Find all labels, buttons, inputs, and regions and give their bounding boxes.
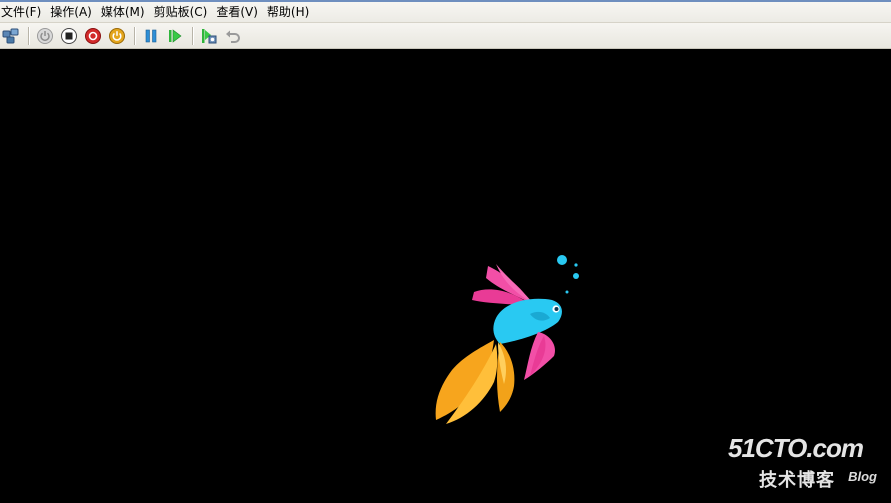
start-button[interactable]	[34, 25, 56, 47]
watermark: 51CTO.com 技术博客 Blog	[728, 433, 877, 491]
shutdown-button[interactable]	[82, 25, 104, 47]
ctrl-alt-del-icon	[2, 28, 19, 43]
fish-logo-icon	[435, 255, 579, 424]
watermark-sub: 技术博客	[759, 470, 835, 491]
resume-icon	[169, 28, 182, 43]
turn-off-icon	[61, 27, 77, 44]
resume-button[interactable]	[164, 25, 186, 47]
menu-file[interactable]: 文件(F)	[0, 2, 47, 22]
toolbar-separator	[134, 26, 136, 45]
ctrl-alt-del-button[interactable]	[0, 25, 22, 47]
toolbar	[0, 23, 891, 49]
snapshot-icon	[202, 28, 217, 43]
toolbar-separator	[192, 26, 194, 45]
power-icon	[109, 27, 125, 44]
menu-view[interactable]: 查看(V)	[213, 2, 264, 22]
vm-screen[interactable]: 51CTO.com 技术博客 Blog	[0, 49, 891, 503]
menu-action[interactable]: 操作(A)	[47, 2, 98, 22]
start-icon	[37, 27, 53, 44]
watermark-blog: Blog	[848, 469, 877, 484]
watermark-main: 51CTO.com	[727, 433, 864, 463]
menu-bar: 文件(F) 操作(A) 媒体(M) 剪贴板(C) 查看(V) 帮助(H)	[0, 2, 891, 23]
pause-button[interactable]	[140, 25, 162, 47]
pause-icon	[145, 29, 157, 42]
snapshot-button[interactable]	[198, 25, 220, 47]
revert-icon	[226, 30, 240, 43]
turn-off-button[interactable]	[58, 25, 80, 47]
revert-button[interactable]	[222, 25, 244, 47]
menu-media[interactable]: 媒体(M)	[98, 2, 151, 22]
power-button[interactable]	[106, 25, 128, 47]
toolbar-separator	[28, 26, 30, 45]
shutdown-icon	[85, 27, 101, 44]
menu-help[interactable]: 帮助(H)	[264, 2, 315, 22]
menu-clipboard[interactable]: 剪贴板(C)	[151, 2, 214, 22]
